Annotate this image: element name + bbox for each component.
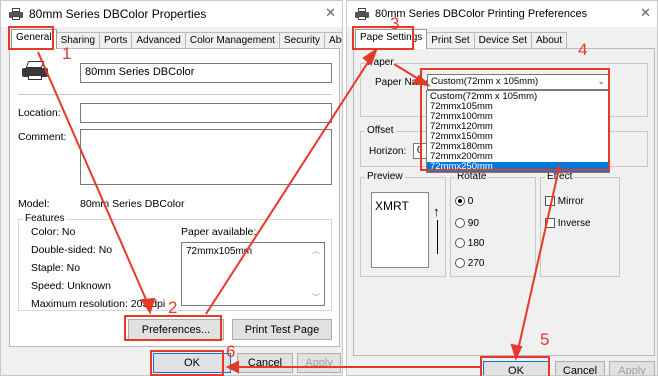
highlight-general-tab [8, 26, 54, 50]
features-title: Features [23, 213, 67, 224]
rotate-group: Rotate 0 90 180 270 [450, 171, 536, 277]
step-number-4: 4 [578, 40, 588, 59]
close-icon[interactable]: ✕ [640, 5, 651, 21]
rotate-option-270[interactable]: 270 [455, 258, 484, 269]
horizon-label: Horizon: [369, 146, 407, 157]
highlight-paper-dropdown [420, 68, 610, 171]
cancel-button-label: Cancel [562, 365, 598, 376]
preview-group: Preview XMRT ↑ [360, 171, 446, 277]
preferences-window: 80mm Series DBColor Printing Preferences… [346, 0, 658, 376]
printer-large-icon [22, 61, 48, 81]
arrow-up-icon: ↑ [433, 204, 440, 219]
scroll-up-icon[interactable]: ︿ [312, 245, 320, 256]
close-icon[interactable]: ✕ [325, 5, 336, 21]
printer-icon [9, 8, 23, 20]
properties-titlebar: 80mm Series DBColor Properties ✕ [1, 1, 342, 27]
apply-button-label: Apply [305, 357, 333, 369]
tab-ports[interactable]: Ports [99, 32, 133, 49]
rotate-option-label: 0 [467, 196, 474, 207]
print-test-page-label: Print Test Page [244, 323, 320, 336]
tab-color-management[interactable]: Color Management [184, 32, 280, 49]
rotate-option-90[interactable]: 90 [455, 218, 479, 229]
preferences-title: 80mm Series DBColor Printing Preferences [375, 8, 588, 20]
checkbox[interactable] [545, 196, 555, 207]
rotate-option-label: 270 [467, 258, 485, 269]
step-number-1: 1 [62, 44, 72, 63]
step-number-3: 3 [390, 14, 400, 33]
divider [18, 94, 332, 95]
arrow-line [437, 220, 438, 254]
paper-available-label: Paper available: [181, 226, 257, 238]
apply-button[interactable]: Apply [297, 353, 341, 373]
paper-group-title: Paper [365, 57, 396, 68]
highlight-preferences-ok [480, 356, 550, 376]
comment-label: Comment: [18, 131, 67, 143]
highlight-paper-settings-tab [352, 26, 414, 50]
comment-field[interactable] [80, 129, 332, 185]
apply-button-label: Apply [618, 365, 646, 376]
tab-device-set[interactable]: Device Set [473, 32, 532, 49]
effect-option-label: Inverse [557, 218, 591, 229]
preview-text: XMRT [375, 199, 409, 213]
highlight-preferences-button [124, 315, 222, 341]
tab-about[interactable]: About [324, 32, 342, 49]
speed-line: Speed: Unknown [31, 280, 111, 292]
radio-selected[interactable] [455, 196, 465, 207]
checkbox[interactable] [545, 218, 555, 229]
cancel-button[interactable]: Cancel [555, 361, 605, 376]
scroll-down-icon[interactable]: ﹀ [312, 292, 320, 303]
tab-print-set[interactable]: Print Set [426, 32, 475, 49]
cancel-button[interactable]: Cancel [237, 353, 293, 373]
rotate-option-label: 180 [467, 238, 485, 249]
model-label: Model: [18, 198, 50, 210]
printer-icon [355, 8, 369, 20]
effect-inverse[interactable]: Inverse [545, 218, 591, 229]
preview-group-title: Preview [365, 171, 405, 182]
location-field[interactable] [80, 103, 332, 123]
print-test-page-button[interactable]: Print Test Page [232, 319, 332, 340]
max-resolution-line: Maximum resolution: 203 dpi [31, 298, 166, 310]
rotate-option-180[interactable]: 180 [455, 238, 484, 249]
preview-page: XMRT [371, 192, 429, 268]
offset-group-title: Offset [365, 125, 396, 136]
tab-security[interactable]: Security [278, 32, 326, 49]
location-label: Location: [18, 107, 61, 119]
step-number-2: 2 [168, 298, 178, 317]
rotate-option-label: 90 [467, 218, 479, 229]
rotate-option-0[interactable]: 0 [455, 196, 473, 207]
highlight-properties-ok [150, 350, 224, 376]
tab-about[interactable]: About [530, 32, 568, 49]
step-number-6: 6 [226, 342, 236, 361]
staple-line: Staple: No [31, 262, 81, 274]
tab-advanced[interactable]: Advanced [131, 32, 186, 49]
apply-button[interactable]: Apply [609, 361, 655, 376]
model-value: 80mm Series DBColor [80, 198, 185, 210]
radio[interactable] [455, 238, 465, 249]
color-line: Color: No [31, 226, 76, 238]
double-sided-line: Double-sided: No [31, 244, 113, 256]
properties-tabs: General Sharing Ports Advanced Color Man… [11, 29, 342, 49]
properties-title: 80mm Series DBColor Properties [29, 7, 207, 21]
list-item[interactable]: 72mmx105mm [182, 245, 324, 259]
cancel-button-label: Cancel [247, 357, 283, 369]
printer-name-field[interactable]: 80mm Series DBColor [80, 63, 332, 83]
effect-group: Effect Mirror Inverse [540, 171, 620, 277]
effect-mirror[interactable]: Mirror [545, 196, 584, 207]
radio[interactable] [455, 218, 465, 229]
paper-available-list[interactable]: 72mmx105mm ︿ ﹀ [181, 242, 325, 306]
step-number-5: 5 [540, 330, 550, 349]
effect-option-label: Mirror [557, 196, 584, 207]
radio[interactable] [455, 258, 465, 269]
